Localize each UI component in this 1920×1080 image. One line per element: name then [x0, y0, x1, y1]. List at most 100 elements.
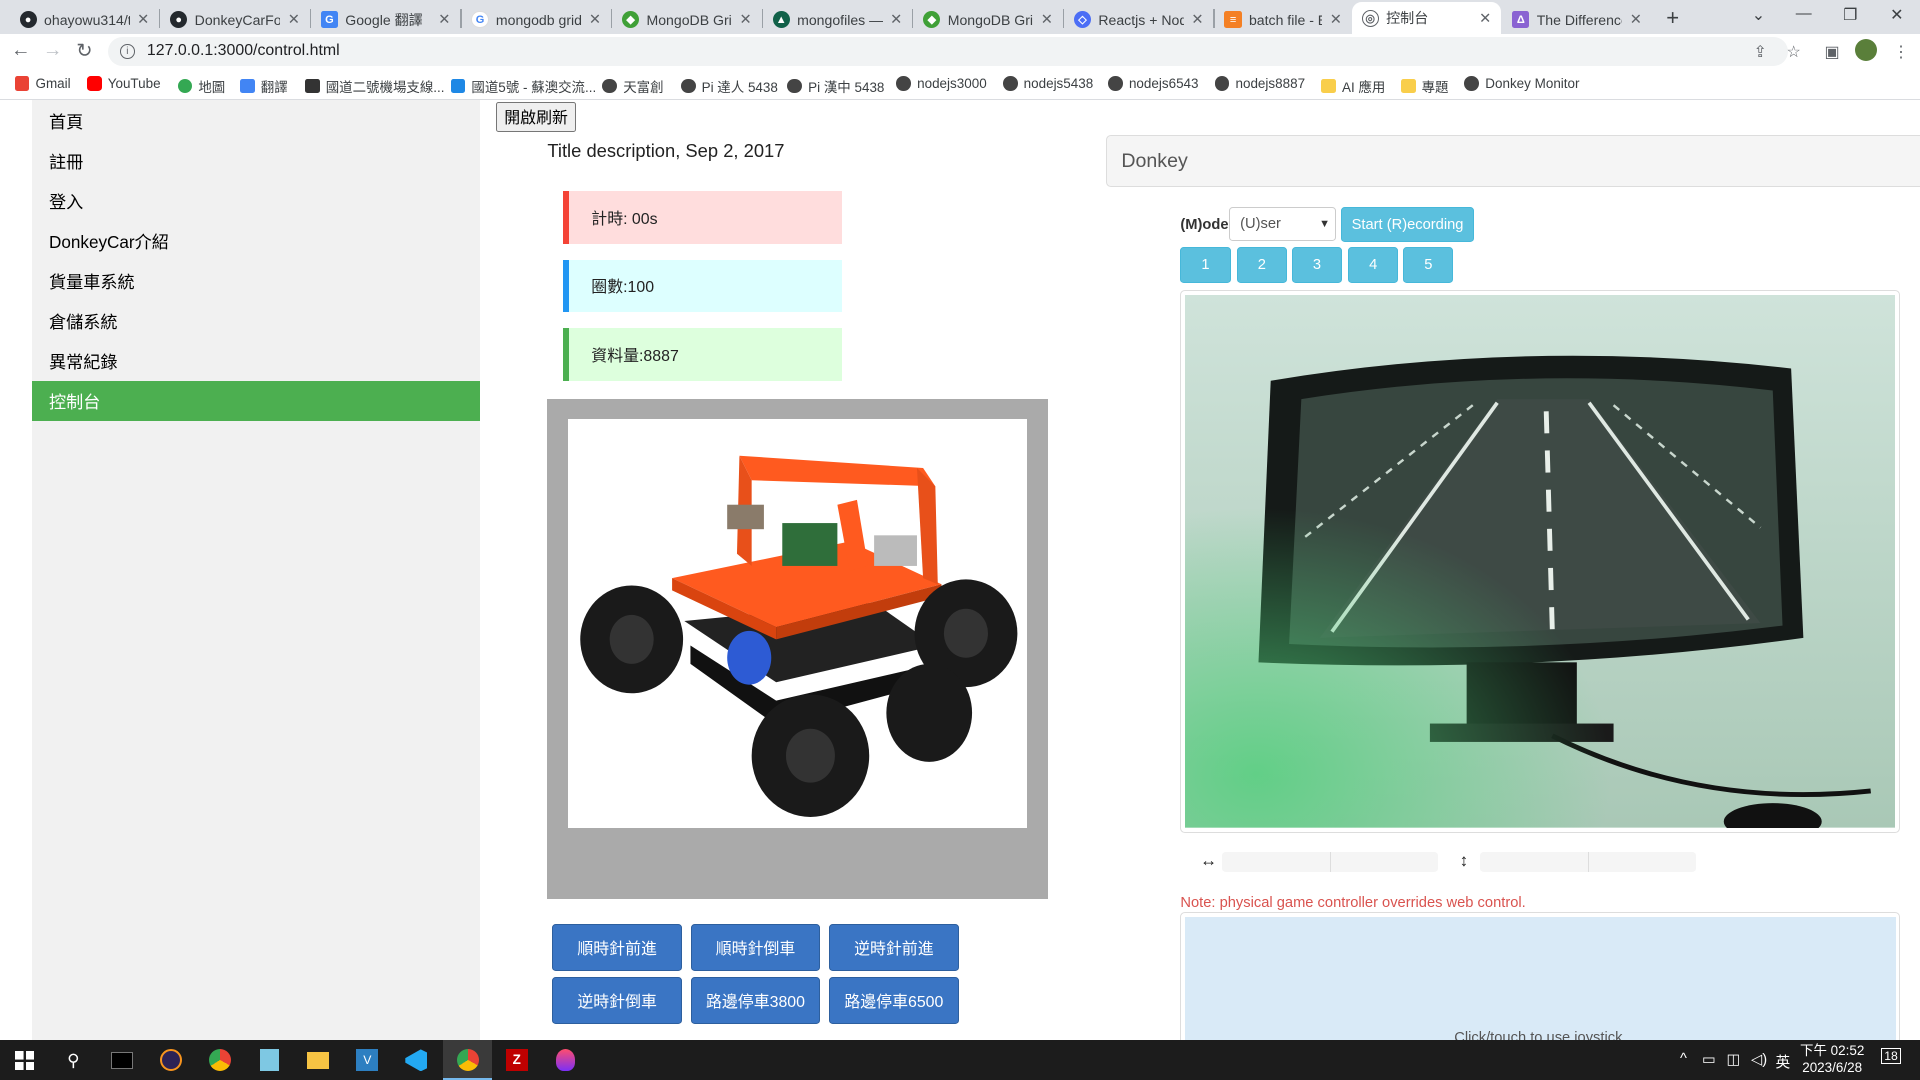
roadside-parking-6500-button[interactable]: 路邊停車6500	[828, 977, 959, 1024]
close-icon[interactable]: ✕	[740, 11, 752, 28]
sidebar-item-anomaly-log[interactable]: 異常紀錄	[32, 341, 480, 381]
vscode-icon[interactable]	[402, 1046, 431, 1075]
bookmark-nodejs8887[interactable]: nodejs8887	[1214, 75, 1306, 91]
roadside-parking-3800-button[interactable]: 路邊停車3800	[690, 977, 821, 1024]
tab-4[interactable]: ◆ MongoDB Grid ✕	[612, 5, 761, 34]
close-icon[interactable]: ✕	[890, 11, 902, 28]
bookmark-youtube[interactable]: YouTube	[86, 76, 161, 91]
close-icon[interactable]: ✕	[1479, 10, 1491, 27]
forward-icon[interactable]: →	[39, 39, 66, 62]
tab-3[interactable]: G mongodb grid ✕	[462, 5, 611, 34]
preset-5-button[interactable]: 5	[1403, 247, 1454, 283]
tab-6[interactable]: ◆ MongoDB Grid ✕	[913, 5, 1062, 34]
system-clock[interactable]: 下午 02:52 2023/6/28	[1800, 1042, 1864, 1076]
new-tab-icon[interactable]: +	[1660, 5, 1684, 31]
close-window-icon[interactable]: ✕	[1878, 5, 1915, 25]
filezilla-icon[interactable]: Z	[502, 1046, 531, 1075]
eclipse-icon[interactable]	[157, 1046, 186, 1075]
close-icon[interactable]: ✕	[1041, 11, 1053, 28]
back-icon[interactable]: ←	[7, 39, 34, 62]
site-info-icon[interactable]: i	[119, 44, 135, 59]
sidebar-item-cargo-system[interactable]: 貨量車系統	[32, 261, 480, 301]
windows-start-icon[interactable]	[10, 1046, 39, 1075]
tab-search-chevron-icon[interactable]: ⌄	[1740, 5, 1777, 25]
tab-10[interactable]: Δ The Difference ✕	[1502, 5, 1651, 34]
network-icon[interactable]: ▭	[1702, 1051, 1716, 1068]
clockwise-reverse-button[interactable]: 順時針倒車	[690, 924, 821, 971]
ime-indicator[interactable]: 英	[1776, 1051, 1791, 1072]
bookmark-translate[interactable]: 翻譯	[240, 76, 288, 96]
bookmark-label: Donkey Monitor	[1485, 75, 1580, 91]
bookmark-label: nodejs8887	[1235, 75, 1306, 91]
preset-1-button[interactable]: 1	[1180, 247, 1231, 283]
bookmark-tianfu[interactable]: 天富創	[602, 76, 664, 96]
file-explorer-icon[interactable]	[304, 1046, 333, 1075]
meet-icon[interactable]: ◫	[1727, 1051, 1741, 1068]
bookmark-freeway-2[interactable]: 國道二號機場支線...	[304, 76, 445, 96]
bookmark-site-icon	[304, 78, 320, 94]
bookmark-donkey-monitor[interactable]: Donkey Monitor	[1464, 75, 1580, 91]
search-icon[interactable]: ⚲	[59, 1046, 88, 1075]
bookmark-star-icon[interactable]: ☆	[1787, 42, 1801, 62]
close-icon[interactable]: ✕	[137, 11, 149, 28]
vc-icon[interactable]: V	[353, 1046, 382, 1075]
bookmark-nodejs5438[interactable]: nodejs5438	[1002, 76, 1093, 91]
tab-0[interactable]: ● ohayowu314/tc ✕	[10, 5, 159, 34]
tab-8[interactable]: ≡ batch file - Equ ✕	[1215, 5, 1352, 34]
bookmark-nodejs3000[interactable]: nodejs3000	[896, 75, 987, 91]
bookmark-nodejs6543[interactable]: nodejs6543	[1108, 76, 1199, 91]
bookmark-pi-1[interactable]: Pi 達人 5438	[680, 76, 778, 96]
preset-3-button[interactable]: 3	[1291, 247, 1343, 283]
restore-icon[interactable]: ❐	[1832, 5, 1869, 25]
address-bar[interactable]: i 127.0.0.1:3000/control.html	[107, 36, 1788, 67]
tab-5[interactable]: ▲ mongofiles — ✕	[763, 5, 912, 34]
tab-1[interactable]: ● DonkeyCarFor... ✕	[160, 5, 309, 34]
tray-chevron-icon[interactable]: ^	[1680, 1051, 1687, 1067]
share-icon[interactable]: ⇪	[1753, 42, 1766, 62]
counterclockwise-reverse-button[interactable]: 逆時針倒車	[552, 977, 683, 1024]
bookmark-folder-project[interactable]: 專題	[1400, 76, 1449, 96]
menu-kebab-icon[interactable]: ⋮	[1893, 42, 1909, 62]
notification-icon[interactable]: 18	[1880, 1048, 1902, 1065]
preset-4-button[interactable]: 4	[1348, 247, 1399, 283]
clockwise-forward-button[interactable]: 順時針前進	[552, 924, 683, 971]
tab-9-active[interactable]: ◎ 控制台 ✕	[1351, 2, 1502, 35]
close-icon[interactable]: ✕	[1191, 11, 1203, 28]
bookmark-maps[interactable]: 地圖	[177, 76, 225, 96]
bookmark-folder-ai[interactable]: AI 應用	[1321, 76, 1385, 96]
reload-icon[interactable]: ↻	[71, 39, 98, 63]
counterclockwise-forward-button[interactable]: 逆時針前進	[828, 924, 959, 971]
close-icon[interactable]: ✕	[1330, 11, 1342, 28]
sidebar-item-register[interactable]: 註冊	[32, 140, 480, 180]
chrome-icon[interactable]	[206, 1046, 235, 1075]
chrome-active-icon[interactable]	[453, 1046, 482, 1075]
bookmark-gmail[interactable]: Gmail	[14, 76, 71, 91]
bookmark-freeway-5[interactable]: 國道5號 - 蘇澳交流...	[450, 76, 596, 96]
enable-refresh-button[interactable]: 開啟刷新	[495, 101, 577, 133]
volume-icon[interactable]: ◁)	[1751, 1051, 1767, 1068]
tab-7[interactable]: ◇ Reactjs + Node ✕	[1064, 5, 1213, 34]
close-icon[interactable]: ✕	[589, 11, 601, 28]
sidebar-item-login[interactable]: 登入	[32, 180, 480, 220]
preset-2-button[interactable]: 2	[1236, 247, 1287, 283]
bookmark-label: nodejs3000	[917, 75, 987, 91]
profile-avatar[interactable]	[1855, 39, 1878, 62]
mode-select[interactable]: (U)ser ▼	[1229, 206, 1336, 242]
close-icon[interactable]: ✕	[1630, 11, 1642, 28]
minimize-icon[interactable]: —	[1785, 5, 1822, 23]
start-recording-button[interactable]: Start (R)ecording	[1340, 206, 1475, 243]
terminal-icon[interactable]	[108, 1046, 137, 1075]
side-panel-icon[interactable]: ▣	[1824, 42, 1839, 62]
sidebar-item-console[interactable]: 控制台	[31, 380, 480, 421]
sidebar-item-donkeycar-intro[interactable]: DonkeyCar介紹	[32, 221, 480, 261]
bookmark-pi-2[interactable]: Pi 漢中 5438	[787, 76, 884, 96]
close-icon[interactable]: ✕	[438, 11, 450, 28]
tab-2[interactable]: G Google 翻譯 ✕	[311, 5, 460, 34]
close-icon[interactable]: ✕	[288, 11, 300, 28]
joystick-area[interactable]: Click/touch to use joystick.	[1185, 916, 1896, 1040]
sidebar-item-warehouse[interactable]: 倉儲系統	[32, 301, 480, 341]
notepad-icon[interactable]	[255, 1046, 284, 1075]
reactjs-icon: ◇	[1073, 11, 1091, 29]
sidebar-item-home[interactable]: 首頁	[32, 100, 480, 140]
flame-app-icon[interactable]	[551, 1046, 580, 1075]
